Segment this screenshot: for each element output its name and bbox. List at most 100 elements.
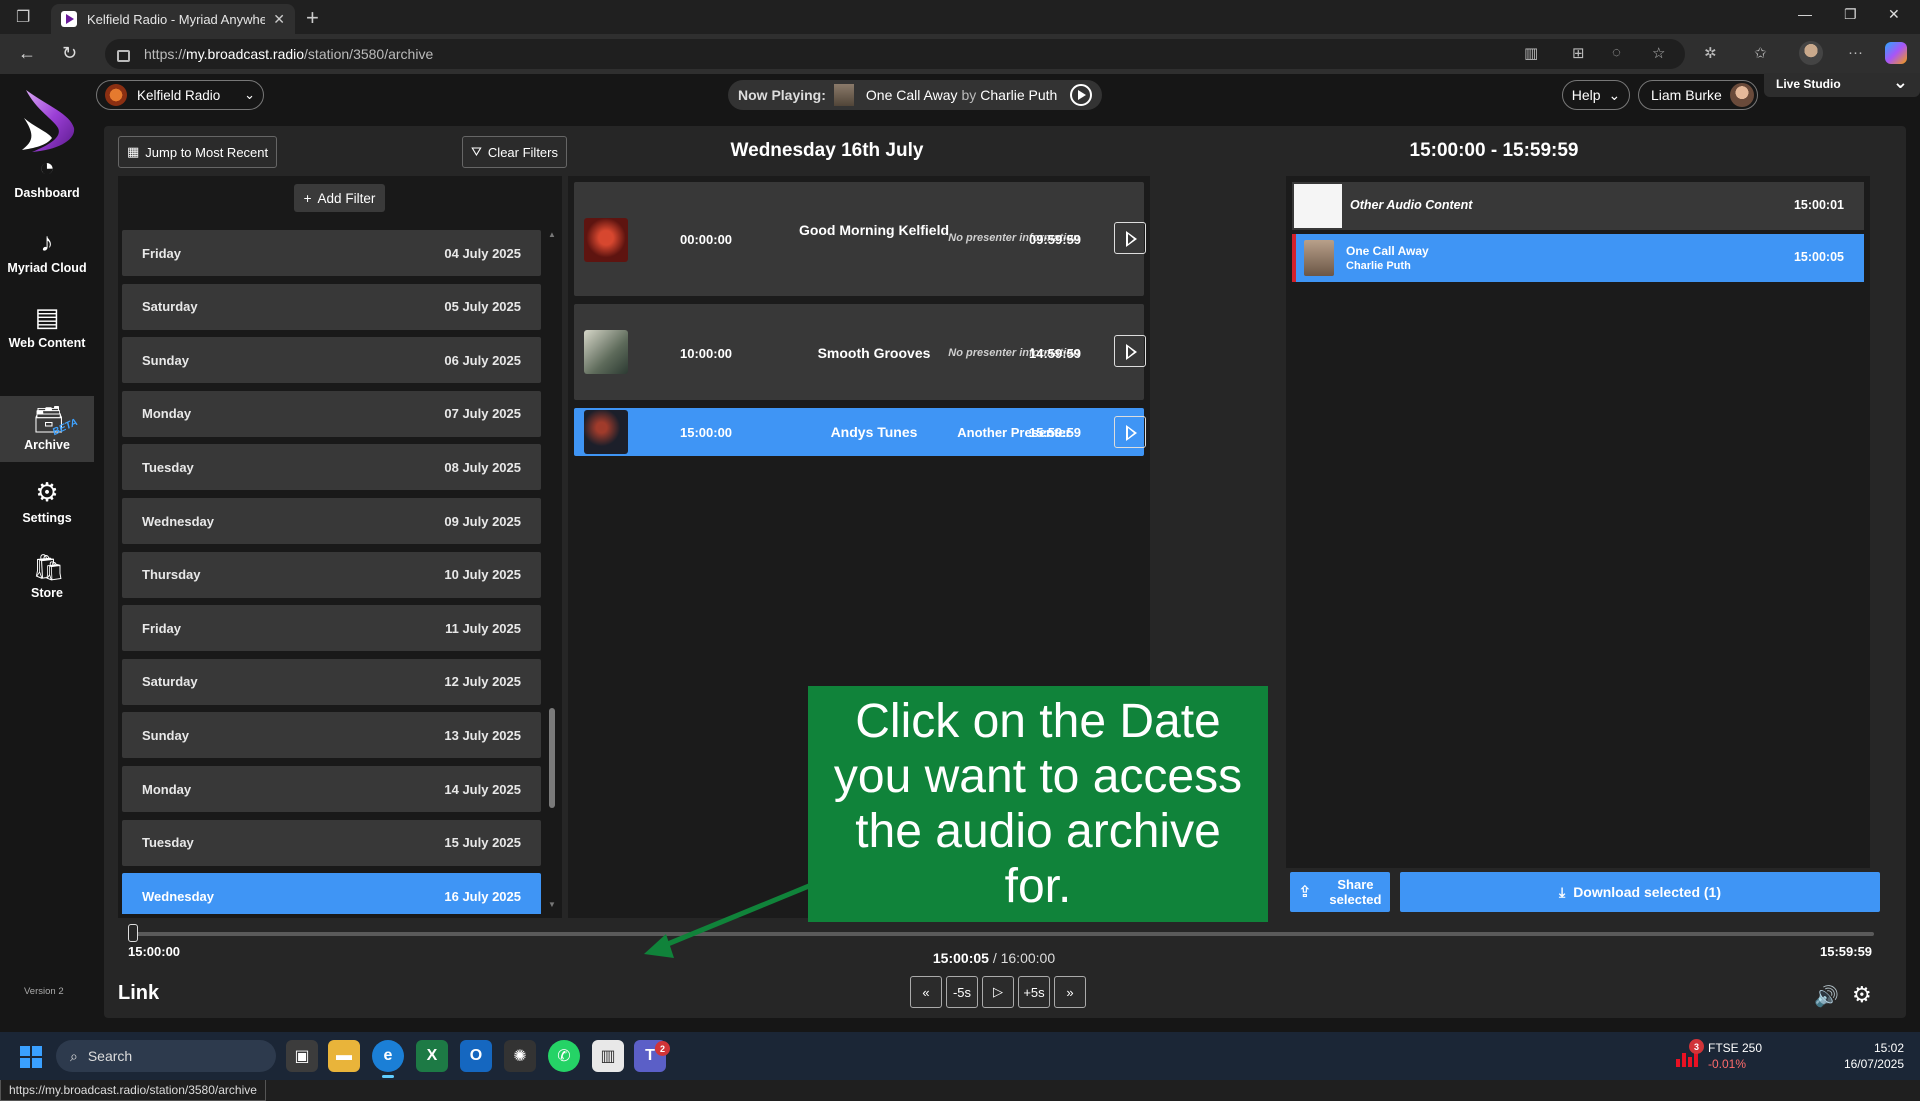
outlook-icon[interactable]: O [460,1040,492,1072]
play-show-button[interactable] [1114,222,1146,254]
show-end: 09:59:59 [1029,232,1082,247]
favorite-star-icon[interactable]: ☆ [1652,44,1665,62]
skip-back-button[interactable]: « [910,976,942,1008]
date-row[interactable]: Sunday 06 July 2025 [122,337,541,384]
date-row[interactable]: Monday 07 July 2025 [122,390,541,437]
link-label[interactable]: Link [118,982,159,1005]
date-row[interactable]: Sunday 13 July 2025 [122,712,541,759]
scrollbar-thumb[interactable] [549,708,555,808]
more-icon[interactable]: ··· [1848,44,1863,61]
timeline-handle[interactable] [128,924,139,942]
ticker-badge: 3 [1689,1039,1704,1054]
task-view-icon[interactable]: ▣ [286,1040,318,1072]
refresh-icon[interactable]: ↻ [62,43,77,64]
player-settings-gear-icon[interactable]: ⚙ [1852,982,1872,1008]
clear-filters-button[interactable]: ⛛ Clear Filters [462,136,567,168]
edge-icon[interactable]: e [372,1040,404,1078]
tab-actions-icon[interactable]: ❐ [16,7,36,27]
nav-settings[interactable]: ⚙ Settings [0,469,94,539]
date-row[interactable]: Wednesday 09 July 2025 [122,498,541,544]
nav-archive[interactable]: 🗃 BETA Archive [0,396,94,462]
scroll-down-icon[interactable]: ▼ [548,900,556,909]
excel-icon[interactable]: X [416,1040,448,1072]
back-5s-button[interactable]: -5s [946,976,978,1008]
add-filter-button[interactable]: + Add Filter [294,184,385,212]
help-button[interactable]: Help ⌄ [1562,80,1630,110]
station-selector[interactable]: Kelfield Radio ⌄ [96,80,264,110]
download-selected-button[interactable]: ⤓ Download selected (1) [1400,872,1880,912]
date-day: Monday [142,406,192,422]
restore-icon[interactable]: ❐ [1844,6,1857,23]
chatgpt-icon[interactable]: ✺ [504,1040,536,1072]
skip-forward-button[interactable]: » [1054,976,1086,1008]
scroll-up-icon[interactable]: ▲ [548,230,556,239]
jump-to-most-recent-button[interactable]: ▦ Jump to Most Recent [118,136,278,168]
share-selected-button[interactable]: ⇪ Share selected [1290,872,1390,912]
lock-icon [117,50,130,62]
date-row[interactable]: Saturday 05 July 2025 [122,283,541,330]
date-row[interactable]: Friday 11 July 2025 [122,605,541,652]
play-button[interactable]: ▷ [982,976,1014,1008]
nav-myriad-cloud[interactable]: ♪ Myriad Cloud [0,219,94,289]
taskbar-search[interactable]: ⌕ Search [56,1040,276,1072]
item-row[interactable]: Other Audio Content 15:00:01 [1292,182,1864,230]
stock-ticker[interactable]: 3 FTSE 250 -0.01% [1676,1039,1762,1072]
add-filter-label: Add Filter [317,190,376,206]
date-value: 04 July 2025 [444,245,521,261]
station-name: Kelfield Radio [137,87,221,103]
forward-5s-button[interactable]: +5s [1018,976,1050,1008]
user-menu[interactable]: Liam Burke [1638,80,1758,110]
teams-icon[interactable]: T 2 [634,1040,670,1072]
date-day: Saturday [142,674,198,690]
clock-time: 15:02 [1873,1041,1904,1055]
item-row-selected[interactable]: One Call Away Charlie Puth 15:00:05 [1292,234,1864,282]
close-window-icon[interactable]: ✕ [1888,6,1900,23]
date-row-selected[interactable]: Wednesday 16 July 2025 [122,873,541,914]
date-value: 15 July 2025 [444,835,521,851]
file-explorer-icon[interactable]: ▬ [328,1040,360,1072]
date-value: 08 July 2025 [444,459,521,475]
volume-icon[interactable]: 🔊 [1814,984,1839,1009]
playback-timeline[interactable] [128,924,1874,942]
taskbar-clock[interactable]: 15:02 16/07/2025 [1836,1040,1904,1072]
copilot-icon[interactable] [1885,42,1907,64]
tracking-icon[interactable]: ◌ [1612,44,1621,61]
item-time: 15:00:05 [1793,250,1844,264]
whatsapp-icon[interactable]: ✆ [548,1040,580,1072]
extensions-icon[interactable]: ✲ [1704,44,1717,62]
reader-mode-icon[interactable]: ▥ [1524,44,1538,62]
play-show-button[interactable] [1114,416,1146,448]
show-row[interactable]: 00:00:00 Good Morning Kelfield No presen… [574,182,1146,296]
tab-close-icon[interactable]: ✕ [273,11,285,28]
browser-profile-avatar[interactable] [1799,41,1823,65]
show-row-selected[interactable]: 15:00:00 Andys Tunes Another Presenter 1… [574,408,1146,456]
date-row[interactable]: Tuesday 08 July 2025 [122,444,541,491]
favorites-icon[interactable]: ✩ [1754,44,1767,62]
date-row[interactable]: Friday 04 July 2025 [122,230,541,276]
date-row[interactable]: Monday 14 July 2025 [122,766,541,812]
play-circle-icon[interactable] [1070,84,1092,106]
windows-start-icon[interactable] [20,1046,42,1068]
back-icon[interactable]: ← [18,43,36,64]
show-row[interactable]: 10:00:00 Smooth Grooves No presenter inf… [574,304,1146,400]
play-show-button[interactable] [1114,335,1146,367]
date-row[interactable]: Saturday 12 July 2025 [122,658,541,705]
timeline-end: 15:59:59 [1820,944,1873,959]
date-row[interactable]: Tuesday 15 July 2025 [122,819,541,866]
myriad-app: ◔ Dashboard ♪ Myriad Cloud ▤ Web Content… [0,72,1920,1101]
myriad-app-icon[interactable]: ▥ [592,1040,624,1072]
live-studio-dropdown[interactable]: Live Studio ⌄ [1764,72,1920,97]
nav-web-content[interactable]: ▤ Web Content [0,294,94,364]
show-end: 15:59:59 [1029,425,1082,440]
chevron-down-icon: ⌄ [1608,86,1621,103]
apps-icon[interactable]: ⊞ [1572,44,1585,62]
minimize-icon[interactable]: — [1798,6,1812,22]
browser-tab[interactable]: Kelfield Radio - Myriad Anywhere ✕ [51,4,295,34]
url-field[interactable]: https://my.broadcast.radio/station/3580/… [105,39,1685,69]
date-list-scrollbar[interactable]: ▲ ▼ [547,230,557,910]
new-tab-icon[interactable]: + [306,5,319,31]
date-row[interactable]: Thursday 10 July 2025 [122,551,541,598]
nav-store[interactable]: 🛍 Store [0,544,94,614]
avatar [1730,83,1754,107]
nav-dashboard[interactable]: ◔ Dashboard [0,144,94,214]
